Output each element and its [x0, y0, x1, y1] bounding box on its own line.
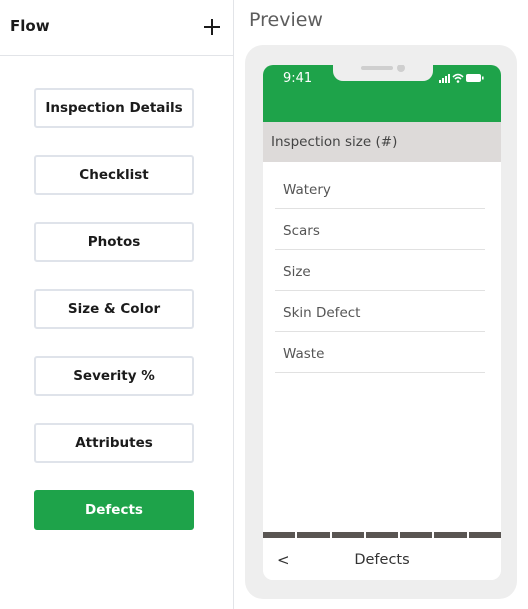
wifi-icon — [452, 73, 464, 83]
flow-step-severity[interactable]: Severity % — [34, 356, 194, 396]
flow-step-size-color[interactable]: Size & Color — [34, 289, 194, 329]
list-item-size[interactable]: Size — [275, 250, 485, 291]
flow-title: Flow — [10, 17, 50, 35]
flow-step-inspection-details[interactable]: Inspection Details — [34, 88, 194, 128]
list-header: Inspection size (#) — [263, 122, 501, 162]
device-screen: 9:41 Inspection size (#) Watery Scars Si… — [263, 65, 501, 580]
add-step-button[interactable] — [198, 13, 226, 41]
flow-step-checklist[interactable]: Checklist — [34, 155, 194, 195]
status-time: 9:41 — [283, 71, 313, 86]
bottom-nav-bar: Defects < — [263, 538, 501, 580]
device-notch — [333, 65, 433, 81]
flow-step-photos[interactable]: Photos — [34, 222, 194, 262]
camera-icon — [397, 65, 405, 72]
back-button[interactable]: < — [277, 551, 290, 569]
flow-panel: Flow Inspection Details Checklist Photos… — [0, 0, 234, 609]
status-icons — [439, 73, 484, 83]
speaker-icon — [361, 66, 393, 70]
flow-step-defects[interactable]: Defects — [34, 490, 194, 530]
list-item-skin-defect[interactable]: Skin Defect — [275, 291, 485, 332]
status-bar: 9:41 — [263, 65, 501, 122]
flow-step-attributes[interactable]: Attributes — [34, 423, 194, 463]
battery-icon — [466, 74, 484, 82]
signal-icon — [439, 74, 450, 83]
list-item-scars[interactable]: Scars — [275, 209, 485, 250]
flow-header: Flow — [0, 0, 233, 56]
list-item-waste[interactable]: Waste — [275, 332, 485, 373]
preview-title: Preview — [249, 9, 323, 31]
list-item-watery[interactable]: Watery — [275, 168, 485, 209]
plus-icon — [204, 19, 220, 35]
nav-title: Defects — [354, 552, 410, 568]
